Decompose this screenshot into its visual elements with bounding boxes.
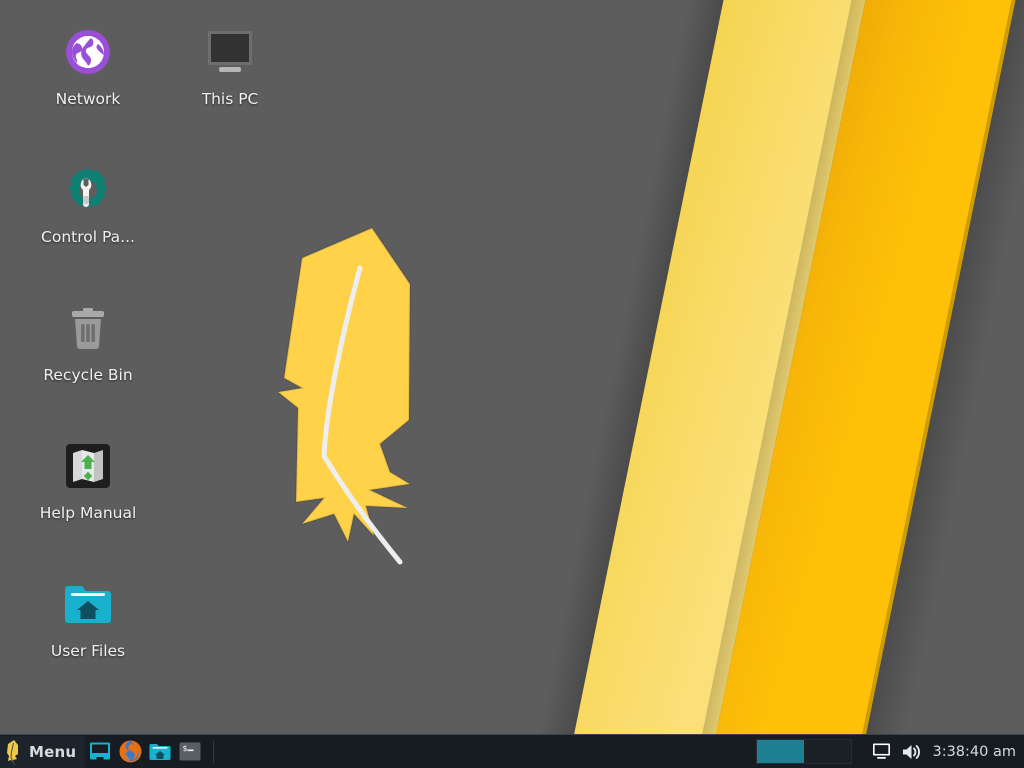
desktop[interactable]: Network This PC Control Pa... Recycle Bi… <box>0 0 1024 768</box>
desktop-icon-help-manual[interactable]: Help Manual <box>14 428 162 544</box>
desktop-icon-control-panel[interactable]: Control Pa... <box>14 152 162 268</box>
display-icon <box>872 743 890 759</box>
panel-task-area <box>220 735 756 768</box>
desktop-icon-recycle-bin[interactable]: Recycle Bin <box>14 290 162 406</box>
launcher-web-browser[interactable] <box>115 736 145 768</box>
feather-icon <box>7 739 18 765</box>
tray-volume-button[interactable] <box>896 735 926 768</box>
speaker-icon <box>903 744 921 759</box>
desktop-icon-network[interactable]: Network <box>14 14 162 130</box>
launcher-display-settings[interactable] <box>85 736 115 768</box>
home-folder-icon <box>149 743 171 760</box>
map-question-icon <box>58 436 118 496</box>
clock[interactable]: 3:38:40 am <box>926 744 1024 760</box>
launcher-terminal[interactable]: $ <box>175 736 205 768</box>
tray-display-button[interactable] <box>866 735 896 768</box>
desktop-icon-label: Network <box>55 91 121 108</box>
workspace-switcher[interactable] <box>756 739 853 764</box>
svg-text:$: $ <box>183 744 188 753</box>
feather-logo <box>275 226 413 565</box>
globe-icon <box>58 22 118 82</box>
display-icon <box>90 742 111 759</box>
taskbar-panel: Menu $ 3:38:40 am <box>0 734 1024 768</box>
terminal-icon: $ <box>179 742 201 761</box>
start-menu-label: Menu <box>29 742 77 761</box>
desktop-icon-this-pc[interactable]: This PC <box>156 14 304 130</box>
launcher-file-manager[interactable] <box>145 736 175 768</box>
monitor-icon <box>200 22 260 82</box>
panel-left-section: Menu $ <box>0 735 220 768</box>
panel-right-section: 3:38:40 am <box>756 735 1024 768</box>
desktop-icon-user-files[interactable]: User Files <box>14 566 162 682</box>
desktop-icon-label: Help Manual <box>39 505 137 522</box>
gear-wrench-icon <box>58 160 118 220</box>
desktop-icon-label: Recycle Bin <box>43 367 133 384</box>
desktop-icon-label: Control Pa... <box>41 229 135 246</box>
desktop-icon-label: User Files <box>50 643 126 660</box>
start-menu-button[interactable]: Menu <box>0 735 86 768</box>
trash-icon <box>58 298 118 358</box>
firefox-icon <box>119 740 142 763</box>
workspace-2[interactable] <box>804 740 852 763</box>
workspace-1[interactable] <box>757 740 805 763</box>
home-folder-icon <box>58 574 118 634</box>
desktop-icon-label: This PC <box>201 91 259 108</box>
panel-separator <box>213 740 215 763</box>
